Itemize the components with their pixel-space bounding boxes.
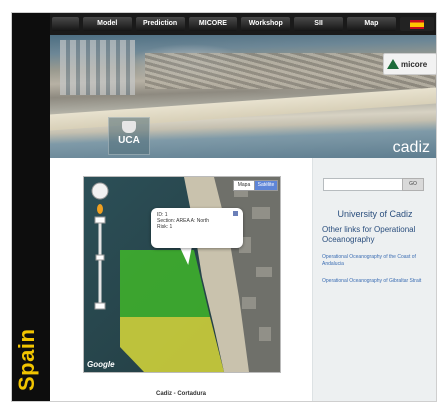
close-icon[interactable] — [233, 211, 238, 216]
nav-item-sii[interactable]: SII — [294, 17, 343, 31]
header-banner: UCA micore cadiz — [50, 35, 436, 158]
nav-item-workshop[interactable]: Workshop — [241, 17, 291, 31]
micore-logo[interactable]: micore — [383, 53, 436, 75]
nav-item-prediction[interactable]: Prediction — [135, 17, 185, 31]
nav-item-map[interactable]: Map — [347, 17, 396, 31]
link-gibraltar[interactable]: Operational Oceanography of Gibraltar St… — [322, 278, 432, 285]
google-logo: Google — [87, 360, 115, 369]
uca-shield-icon — [122, 121, 136, 133]
country-label: Spain — [14, 328, 39, 391]
pegman-icon — [97, 204, 103, 214]
page-frame: Spain Model Prediction MICORE Workshop S… — [11, 12, 437, 402]
search-go-button[interactable]: GO — [402, 178, 424, 191]
satellite-map[interactable]: Mapa Satélite ID: 1 Section: AREA A: Nor… — [83, 176, 281, 373]
port-area — [60, 40, 135, 95]
site-title: cadiz — [392, 139, 430, 156]
language-flag-button[interactable] — [399, 17, 434, 31]
search-input[interactable] — [323, 178, 403, 191]
university-title[interactable]: University of Cadiz — [313, 209, 436, 219]
main-content: Mapa Satélite ID: 1 Section: AREA A: Nor… — [50, 158, 312, 401]
country-sidebar: Spain — [12, 13, 50, 401]
map-type-button[interactable]: Mapa — [233, 180, 255, 191]
uca-logo: UCA — [108, 117, 150, 155]
spain-flag-icon — [409, 19, 424, 29]
uca-logo-text: UCA — [118, 135, 140, 146]
nav-item-micore[interactable]: MICORE — [188, 17, 238, 31]
nav-item-home[interactable] — [52, 17, 79, 31]
micore-logo-text: micore — [401, 59, 428, 69]
micore-triangle-icon — [387, 59, 399, 69]
satellite-type-button[interactable]: Satélite — [254, 180, 278, 191]
nav-item-model[interactable]: Model — [82, 17, 132, 31]
popup-risk: Risk: 1 — [157, 224, 173, 230]
links-heading: Other links for Operational Oceanography — [322, 225, 416, 244]
map-caption: Cadiz - Cortadura — [155, 391, 206, 397]
map-imagery — [84, 177, 280, 372]
link-andalucia[interactable]: Operational Oceanography of the Coast of… — [322, 254, 432, 268]
info-popup: ID: 1 Section: AREA A: North Risk: 1 — [151, 208, 243, 248]
top-nav: Model Prediction MICORE Workshop SII Map — [50, 13, 436, 35]
right-sidebar: GO University of Cadiz Other links for O… — [312, 158, 436, 401]
